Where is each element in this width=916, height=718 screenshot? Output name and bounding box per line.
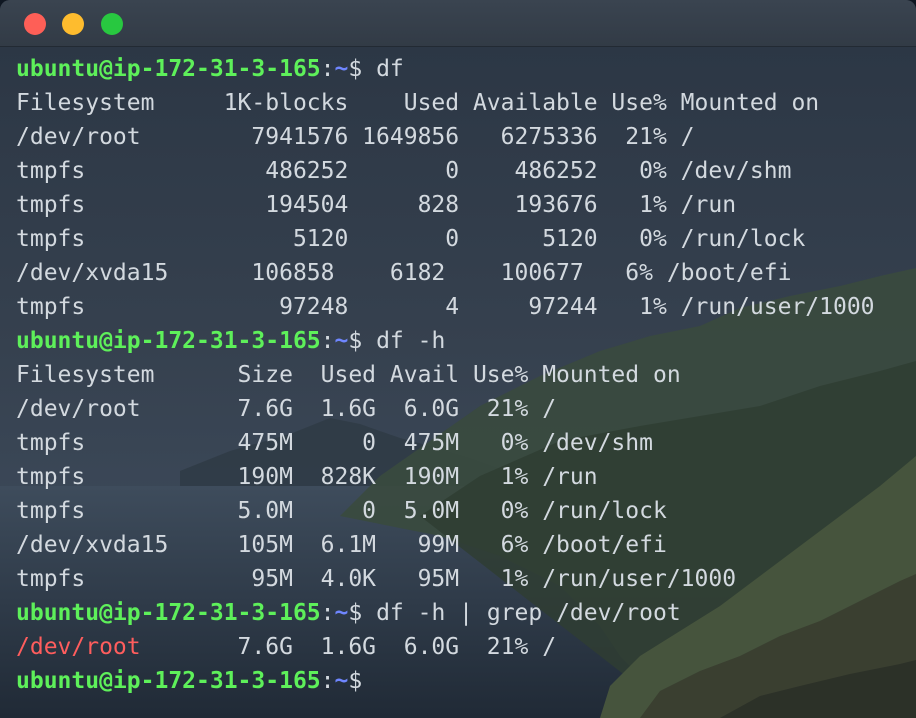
prompt-colon: : (320, 56, 335, 82)
output-text: tmpfs 5120 0 5120 0% /run/lock (16, 226, 806, 252)
prompt-path: ~ (334, 668, 349, 694)
output-text: tmpfs 5.0M 0 5.0M 0% /run/lock (16, 498, 667, 524)
prompt-user-host: ubuntu@ip-172-31-3-165 (16, 600, 321, 626)
prompt-colon: : (320, 600, 335, 626)
output-text: tmpfs 486252 0 486252 0% /dev/shm (16, 158, 792, 184)
output-line: /dev/xvda15 105M 6.1M 99M 6% /boot/efi (16, 528, 875, 562)
output-line: Filesystem Size Used Avail Use% Mounted … (16, 358, 875, 392)
output-text: tmpfs 97248 4 97244 1% /run/user/1000 (16, 294, 875, 320)
prompt-line: ubuntu@ip-172-31-3-165:~$ df (16, 52, 875, 86)
title-bar[interactable] (0, 0, 916, 47)
prompt-line: ubuntu@ip-172-31-3-165:~$ df -h | grep /… (16, 596, 875, 630)
prompt-line: ubuntu@ip-172-31-3-165:~$ df -h (16, 324, 875, 358)
output-text: Filesystem 1K-blocks Used Available Use%… (16, 90, 820, 116)
output-text: /dev/root 7.6G 1.6G 6.0G 21% / (16, 396, 557, 422)
output-line: Filesystem 1K-blocks Used Available Use%… (16, 86, 875, 120)
terminal-window: ubuntu@ip-172-31-3-165:~$ df Filesystem 1… (0, 0, 916, 718)
output-line: tmpfs 95M 4.0K 95M 1% /run/user/1000 (16, 562, 875, 596)
prompt-path: ~ (334, 600, 349, 626)
output-text: 7.6G 1.6G 6.0G 21% / (140, 634, 557, 660)
prompt-dollar: $ (348, 328, 363, 354)
command-text: df (362, 56, 404, 82)
prompt-colon: : (320, 668, 335, 694)
prompt-dollar: $ (348, 56, 363, 82)
command-text: df -h (362, 328, 446, 354)
output-text: tmpfs 190M 828K 190M 1% /run (16, 464, 598, 490)
output-line: tmpfs 194504 828 193676 1% /run (16, 188, 875, 222)
output-line: tmpfs 5120 0 5120 0% /run/lock (16, 222, 875, 256)
output-line: /dev/xvda15 106858 6182 100677 6% /boot/… (16, 256, 875, 290)
grep-match: /dev/root (16, 634, 141, 660)
output-text: tmpfs 194504 828 193676 1% /run (16, 192, 737, 218)
prompt-colon: : (320, 328, 335, 354)
output-line: tmpfs 97248 4 97244 1% /run/user/1000 (16, 290, 875, 324)
prompt-user-host: ubuntu@ip-172-31-3-165 (16, 668, 321, 694)
terminal-output[interactable]: ubuntu@ip-172-31-3-165:~$ df Filesystem 1… (16, 52, 875, 698)
output-text: tmpfs 95M 4.0K 95M 1% /run/user/1000 (16, 566, 737, 592)
grep-output-line: /dev/root 7.6G 1.6G 6.0G 21% / (16, 630, 875, 664)
output-text: /dev/root 7941576 1649856 6275336 21% / (16, 124, 695, 150)
output-text: Filesystem Size Used Avail Use% Mounted … (16, 362, 681, 388)
output-line: /dev/root 7941576 1649856 6275336 21% / (16, 120, 875, 154)
prompt-user-host: ubuntu@ip-172-31-3-165 (16, 328, 321, 354)
prompt-path: ~ (334, 328, 349, 354)
output-line: tmpfs 486252 0 486252 0% /dev/shm (16, 154, 875, 188)
prompt-user-host: ubuntu@ip-172-31-3-165 (16, 56, 321, 82)
prompt-path: ~ (334, 56, 349, 82)
maximize-button[interactable] (101, 13, 123, 35)
output-text: tmpfs 475M 0 475M 0% /dev/shm (16, 430, 653, 456)
output-text: /dev/xvda15 105M 6.1M 99M 6% /boot/efi (16, 532, 667, 558)
minimize-button[interactable] (62, 13, 84, 35)
output-line: tmpfs 190M 828K 190M 1% /run (16, 460, 875, 494)
prompt-line: ubuntu@ip-172-31-3-165:~$ (16, 664, 875, 698)
close-button[interactable] (24, 13, 46, 35)
output-line: /dev/root 7.6G 1.6G 6.0G 21% / (16, 392, 875, 426)
command-text: df -h | grep /dev/root (362, 600, 681, 626)
output-text: /dev/xvda15 106858 6182 100677 6% /boot/… (16, 260, 792, 286)
prompt-dollar: $ (348, 668, 363, 694)
output-line: tmpfs 5.0M 0 5.0M 0% /run/lock (16, 494, 875, 528)
output-line: tmpfs 475M 0 475M 0% /dev/shm (16, 426, 875, 460)
prompt-dollar: $ (348, 600, 363, 626)
